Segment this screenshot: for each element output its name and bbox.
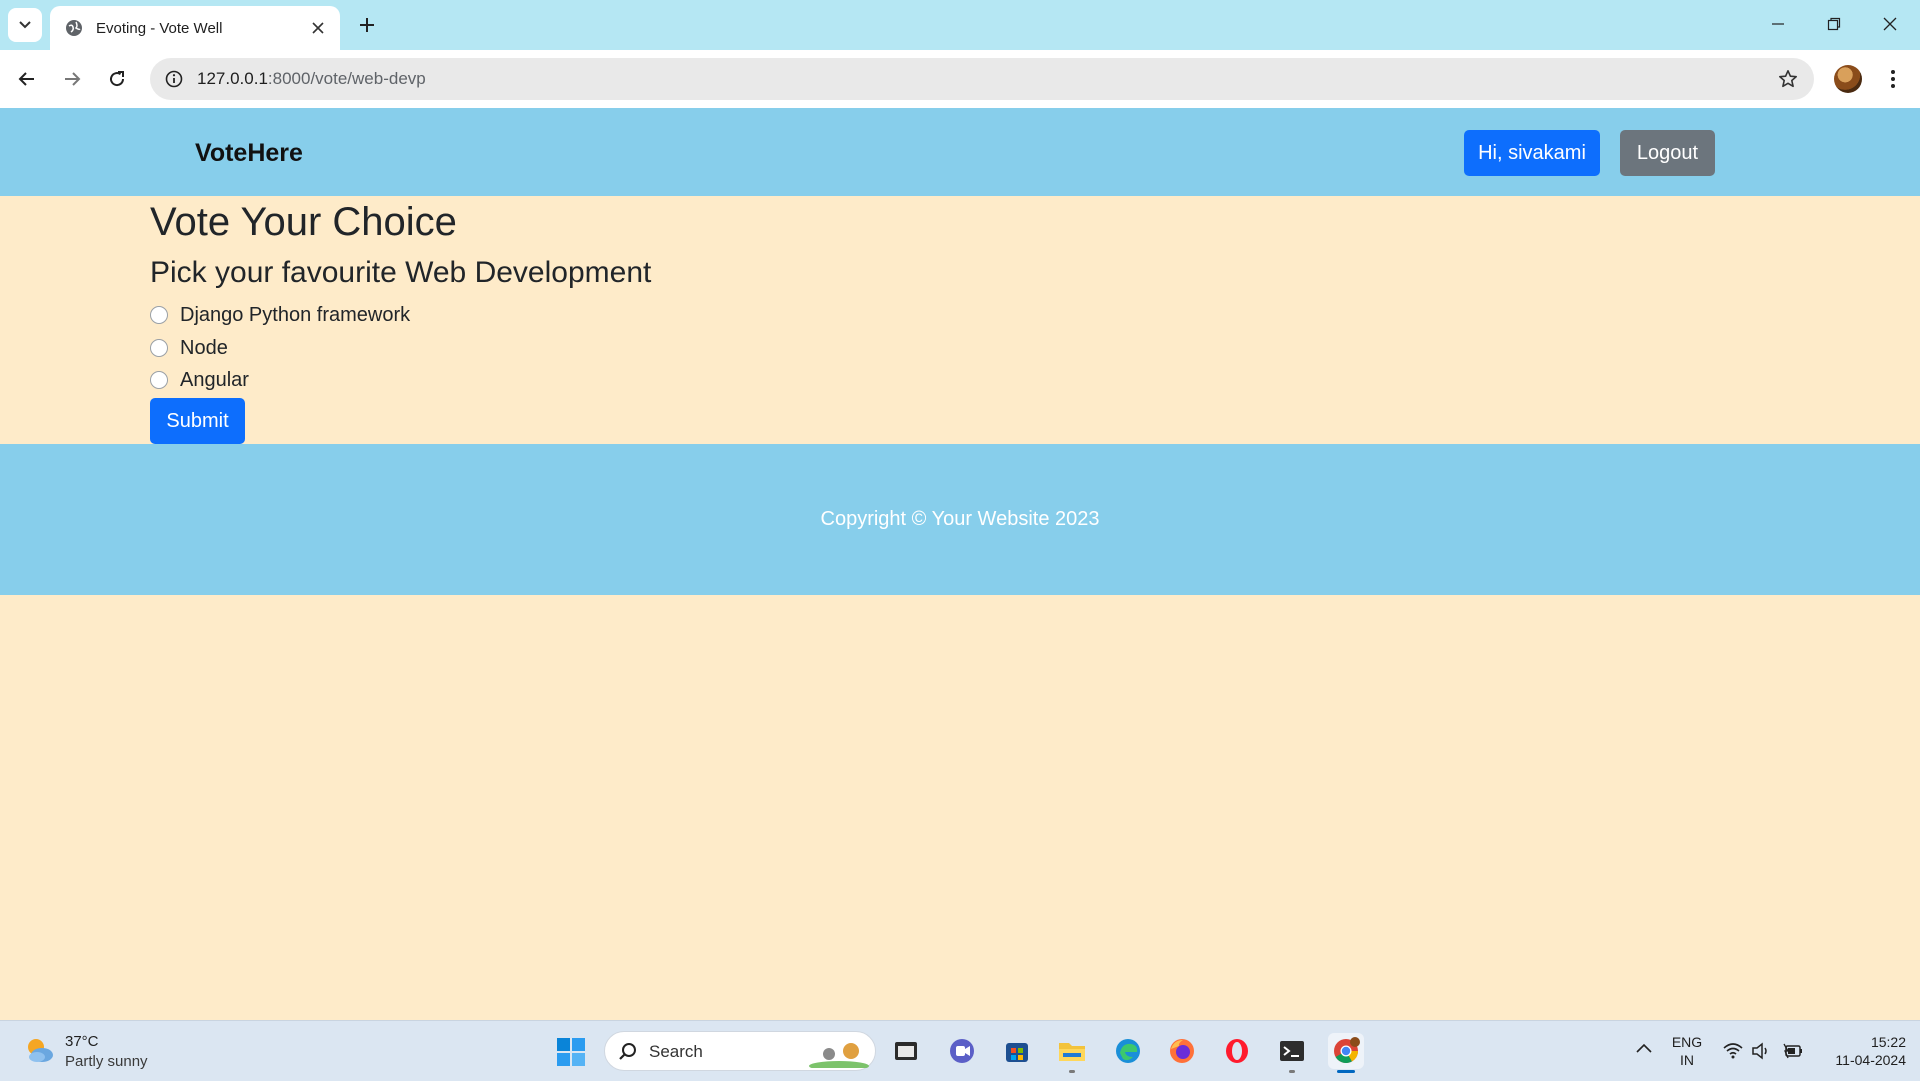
forward-button[interactable] xyxy=(55,62,89,96)
search-placeholder: Search xyxy=(649,1042,703,1061)
running-indicator xyxy=(1069,1070,1075,1073)
file-explorer-app[interactable] xyxy=(888,1033,924,1069)
minimize-icon xyxy=(1772,23,1784,25)
taskbar-search[interactable]: Search xyxy=(604,1031,876,1071)
option-label: Django Python framework xyxy=(180,303,411,326)
opera-app[interactable] xyxy=(1219,1033,1255,1069)
chrome-app[interactable] xyxy=(1328,1033,1364,1073)
clock-time: 15:22 xyxy=(1870,1034,1906,1050)
back-button[interactable] xyxy=(10,62,44,96)
plus-icon xyxy=(360,18,374,32)
logout-button[interactable]: Logout xyxy=(1620,130,1715,176)
lang-line2: IN xyxy=(1680,1052,1694,1068)
radio-django[interactable] xyxy=(150,306,168,324)
url-text[interactable]: 127.0.0.1:8000/vote/web-devp xyxy=(197,69,426,89)
running-indicator xyxy=(1289,1070,1295,1073)
weather-icon[interactable] xyxy=(22,1033,56,1067)
profile-avatar[interactable] xyxy=(1834,65,1862,93)
window-close-icon xyxy=(1883,17,1897,31)
taskbar: 37°C Partly sunny Search ENG IN 15:22 11… xyxy=(0,1020,1920,1081)
battery-icon[interactable] xyxy=(1782,1040,1804,1062)
tab-search-button[interactable] xyxy=(8,8,42,42)
option-node[interactable]: Node xyxy=(150,335,228,361)
user-greeting-button[interactable]: Hi, sivakami xyxy=(1464,130,1600,176)
minimize-button[interactable] xyxy=(1750,0,1806,48)
option-label: Angular xyxy=(180,368,249,391)
reload-icon xyxy=(110,71,125,87)
poll-question: Pick your favourite Web Development xyxy=(150,256,652,289)
wifi-icon[interactable] xyxy=(1722,1040,1744,1062)
submit-button[interactable]: Submit xyxy=(150,398,245,444)
terminal-app[interactable] xyxy=(1274,1033,1310,1073)
browser-tab-bar: Evoting - Vote Well xyxy=(0,0,1920,50)
restore-icon xyxy=(1827,17,1841,31)
copyright-text: Copyright © Your Website 2023 xyxy=(820,508,1100,530)
system-clock[interactable]: 15:22 11-04-2024 xyxy=(1816,1033,1906,1069)
browser-toolbar: 127.0.0.1:8000/vote/web-devp xyxy=(0,50,1920,108)
restore-button[interactable] xyxy=(1806,0,1862,48)
store-app[interactable] xyxy=(999,1033,1035,1069)
file-explorer-icon xyxy=(895,1042,917,1060)
option-angular[interactable]: Angular xyxy=(150,367,249,393)
window-close-button[interactable] xyxy=(1862,0,1918,48)
tab-search-icon xyxy=(19,21,31,29)
search-highlight-art xyxy=(809,1043,869,1068)
reload-button[interactable] xyxy=(100,62,134,96)
site-navbar: VoteHere Hi, sivakami Logout xyxy=(0,108,1920,196)
search-icon xyxy=(619,1043,636,1060)
edge-icon xyxy=(1116,1039,1140,1063)
clock-date: 11-04-2024 xyxy=(1835,1052,1906,1068)
url-path: :8000/vote/web-devp xyxy=(267,69,426,88)
windows-start-icon[interactable] xyxy=(556,1037,586,1067)
firefox-icon xyxy=(1170,1039,1194,1063)
terminal-icon xyxy=(1280,1041,1304,1061)
url-host: 127.0.0.1 xyxy=(197,69,268,88)
teams-icon xyxy=(950,1039,974,1063)
language-indicator[interactable]: ENG IN xyxy=(1670,1033,1704,1069)
folder-app[interactable] xyxy=(1054,1033,1090,1073)
lang-line1: ENG xyxy=(1671,1034,1703,1050)
vote-form: Vote Your Choice Pick your favourite Web… xyxy=(150,196,1920,444)
chrome-icon xyxy=(1334,1037,1360,1064)
new-tab-button[interactable] xyxy=(352,10,382,40)
option-label: Node xyxy=(180,336,228,359)
edge-app[interactable] xyxy=(1110,1033,1146,1069)
firefox-app[interactable] xyxy=(1164,1033,1200,1069)
volume-icon[interactable] xyxy=(1750,1040,1772,1062)
site-footer: Copyright © Your Website 2023 xyxy=(0,444,1920,595)
radio-angular[interactable] xyxy=(150,371,168,389)
option-django[interactable]: Django Python framework xyxy=(150,302,410,328)
globe-icon xyxy=(64,18,84,38)
active-indicator xyxy=(1337,1070,1355,1073)
browser-tab[interactable]: Evoting - Vote Well xyxy=(50,6,340,50)
back-icon xyxy=(18,72,34,86)
brand-logo[interactable]: VoteHere xyxy=(195,139,303,168)
more-icon[interactable] xyxy=(1878,64,1908,94)
radio-node[interactable] xyxy=(150,339,168,357)
forward-icon xyxy=(65,72,81,86)
weather-desc: Partly sunny xyxy=(65,1053,148,1070)
folder-icon xyxy=(1059,1043,1085,1061)
site-info-icon[interactable] xyxy=(162,67,186,91)
tab-title: Evoting - Vote Well xyxy=(96,19,223,37)
close-icon[interactable] xyxy=(306,16,330,40)
page-title: Vote Your Choice xyxy=(150,200,457,244)
opera-icon xyxy=(1226,1039,1248,1063)
weather-temp: 37°C xyxy=(65,1033,99,1050)
star-icon[interactable] xyxy=(1776,67,1800,91)
store-icon xyxy=(1006,1043,1028,1062)
teams-app[interactable] xyxy=(944,1033,980,1069)
chevron-up-icon[interactable] xyxy=(1634,1039,1654,1059)
address-bar[interactable]: 127.0.0.1:8000/vote/web-devp xyxy=(150,58,1814,100)
